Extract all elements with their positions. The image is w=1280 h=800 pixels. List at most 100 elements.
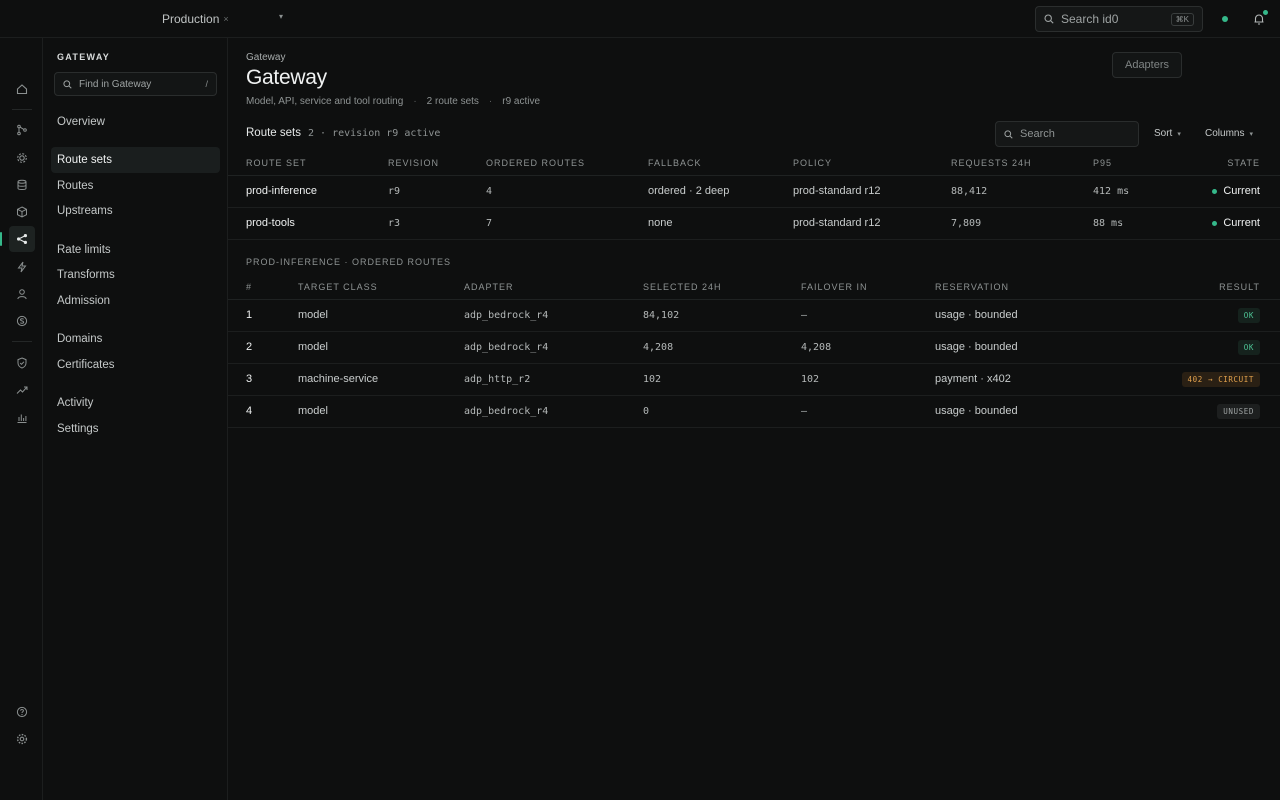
column-header[interactable]: FAILOVER IN	[801, 275, 935, 300]
route-selected: 102	[643, 363, 801, 396]
columns-button[interactable]: Columns ▾	[1205, 128, 1253, 139]
shield-icon[interactable]	[12, 353, 32, 373]
table-row[interactable]: 1 model adp_bedrock_r4 84,102 — usage · …	[228, 299, 1280, 332]
table-row[interactable]: 2 model adp_bedrock_r4 4,208 4,208 usage…	[228, 331, 1280, 364]
table-row[interactable]: prod-tools r3 7 none prod-standard r12 7…	[228, 207, 1280, 240]
close-icon[interactable]: ×	[223, 14, 228, 24]
table-row[interactable]: 3 machine-service adp_http_r2 102 102 pa…	[228, 363, 1280, 396]
route-set-state-cell: Current	[1188, 175, 1280, 208]
route-set-policy: prod-standard r12	[793, 207, 951, 240]
route-index: 3	[228, 363, 298, 396]
settings-cog-icon[interactable]	[12, 148, 32, 168]
column-header[interactable]: ROUTE SET	[228, 151, 388, 176]
route-adapter[interactable]: adp_http_r2	[464, 363, 643, 396]
route-sets-meta: 2 · revision r9 active	[307, 128, 441, 139]
result-badge: 402 → CIRCUIT	[1181, 371, 1260, 387]
route-failover: —	[801, 395, 935, 428]
state-label: Current	[1223, 217, 1260, 230]
notification-dot	[1263, 10, 1268, 15]
column-header[interactable]: ORDERED ROUTES	[486, 151, 648, 176]
environment-switcher[interactable]: Production ×	[162, 12, 229, 26]
trend-icon[interactable]	[12, 380, 32, 400]
adapters-button[interactable]: Adapters	[1112, 52, 1182, 78]
status-badge: Current	[1212, 217, 1260, 229]
column-header[interactable]: #	[228, 275, 298, 300]
column-header[interactable]: TARGET CLASS	[298, 275, 464, 300]
route-result-cell: UNUSED	[1135, 395, 1280, 428]
route-failover: —	[801, 299, 935, 332]
sidebar-item-transforms[interactable]: Transforms	[51, 262, 220, 288]
route-selected: 84,102	[643, 299, 801, 332]
route-set-ordered-routes: 4	[486, 175, 648, 208]
separator-dot: ·	[488, 96, 493, 107]
route-set-state-cell: Current	[1188, 207, 1280, 240]
column-header[interactable]: P95	[1093, 151, 1188, 176]
sidebar-item-route-sets[interactable]: Route sets	[51, 147, 220, 173]
route-sets-title: Route sets	[246, 127, 301, 139]
route-set-ordered-routes: 7	[486, 207, 648, 240]
status-dot	[1212, 188, 1218, 194]
sidebar-item-admission[interactable]: Admission	[51, 288, 220, 314]
gear-icon[interactable]	[12, 729, 32, 749]
sort-label: Sort	[1154, 128, 1173, 139]
database-icon[interactable]	[12, 175, 32, 195]
breadcrumb[interactable]: Gateway	[246, 52, 285, 63]
bar-chart-icon[interactable]	[12, 408, 32, 428]
column-header[interactable]: STATE	[1188, 151, 1280, 176]
column-header[interactable]: REVISION	[388, 151, 486, 176]
column-header[interactable]: SELECTED 24H	[643, 275, 801, 300]
coin-icon[interactable]	[12, 311, 32, 331]
route-index: 1	[228, 299, 298, 332]
status-indicator[interactable]	[1222, 16, 1228, 22]
chevron-down-icon[interactable]: ▾	[279, 12, 283, 21]
sort-button[interactable]: Sort ▾	[1154, 128, 1181, 139]
column-header[interactable]: FALLBACK	[648, 151, 793, 176]
column-header[interactable]: RESERVATION	[935, 275, 1135, 300]
route-reservation: payment · x402	[935, 363, 1135, 396]
share-icon[interactable]	[0, 226, 35, 252]
route-target-class: machine-service	[298, 363, 464, 396]
route-adapter[interactable]: adp_bedrock_r4	[464, 299, 643, 332]
search-shortcut: ⌘K	[1170, 12, 1194, 26]
page-subtitle: Model, API, service and tool routing	[246, 96, 404, 107]
branch-icon[interactable]	[12, 120, 32, 140]
table-search-input[interactable]: Search	[995, 121, 1139, 147]
home-icon[interactable]	[12, 79, 32, 99]
package-icon[interactable]	[12, 202, 32, 222]
icon-rail	[0, 38, 43, 800]
sidebar-item-routes[interactable]: Routes	[51, 173, 220, 199]
sidebar-item-settings[interactable]: Settings	[51, 416, 220, 442]
user-icon[interactable]	[12, 284, 32, 304]
column-header[interactable]: POLICY	[793, 151, 951, 176]
separator-dot: ·	[413, 96, 417, 107]
route-adapter[interactable]: adp_bedrock_r4	[464, 331, 643, 364]
bolt-icon[interactable]	[12, 257, 32, 277]
route-set-p95: 88 ms	[1093, 207, 1188, 240]
help-icon[interactable]	[12, 702, 32, 722]
table-row[interactable]: 4 model adp_bedrock_r4 0 — usage · bound…	[228, 395, 1280, 428]
route-reservation: usage · bounded	[935, 331, 1135, 364]
page-title: Gateway	[246, 66, 327, 89]
route-result-cell: OK	[1135, 331, 1280, 364]
status-badge: Current	[1212, 185, 1260, 197]
route-set-name[interactable]: prod-tools	[228, 207, 388, 240]
route-set-requests: 7,809	[951, 207, 1093, 240]
route-adapter[interactable]: adp_bedrock_r4	[464, 395, 643, 428]
table-row[interactable]: prod-inference r9 4 ordered · 2 deep pro…	[228, 175, 1280, 208]
route-set-name[interactable]: prod-inference	[228, 175, 388, 208]
sidebar-item-rate-limits[interactable]: Rate limits	[51, 237, 220, 263]
sidebar-find-input[interactable]: Find in Gateway /	[54, 72, 217, 96]
column-header[interactable]: REQUESTS 24H	[951, 151, 1093, 176]
column-header[interactable]: RESULT	[1135, 275, 1280, 300]
sidebar-item-activity[interactable]: Activity	[51, 390, 220, 416]
sidebar-item-overview[interactable]: Overview	[51, 109, 220, 135]
sidebar-item-certificates[interactable]: Certificates	[51, 352, 220, 378]
sidebar-item-upstreams[interactable]: Upstreams	[51, 198, 220, 224]
column-header[interactable]: ADAPTER	[464, 275, 643, 300]
global-search-placeholder: Search id0	[1061, 12, 1119, 26]
sidebar-item-domains[interactable]: Domains	[51, 326, 220, 352]
global-search[interactable]: Search id0 ⌘K	[1035, 6, 1203, 32]
route-failover: 102	[801, 363, 935, 396]
sidebar: GATEWAY Find in Gateway / Overview Route…	[43, 38, 228, 800]
environment-name: Production	[162, 12, 220, 26]
